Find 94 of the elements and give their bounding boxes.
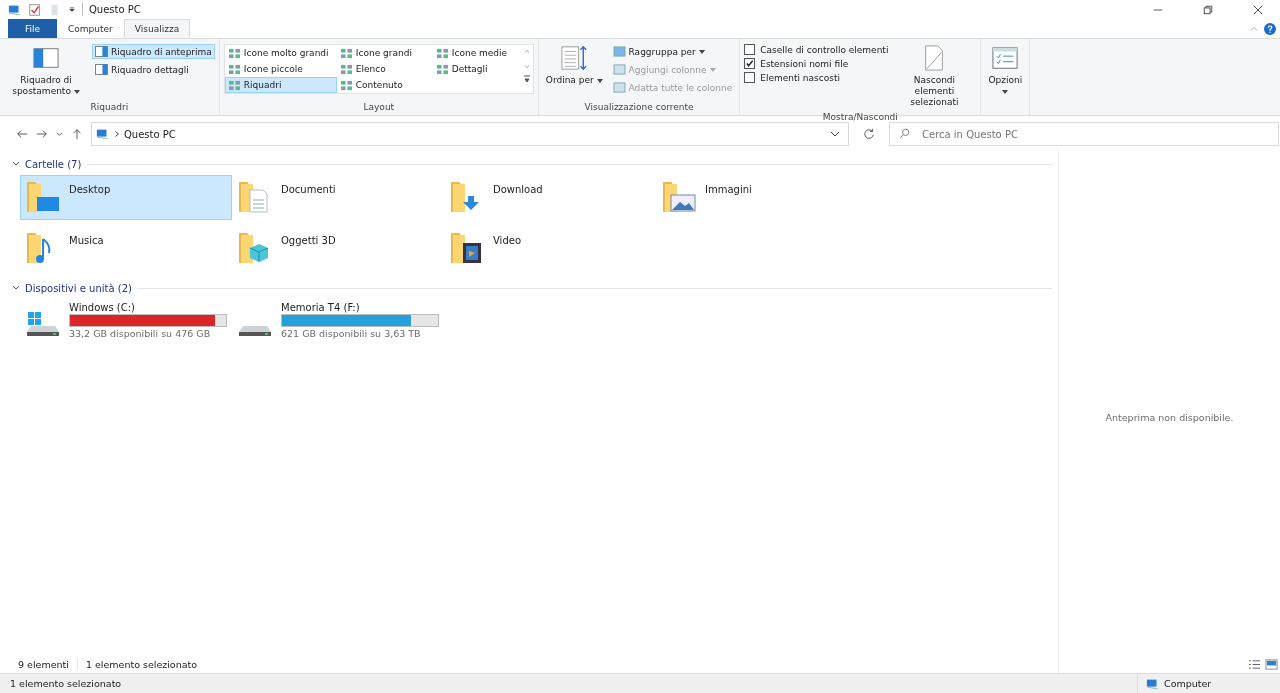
collapse-icon[interactable]: [12, 285, 20, 291]
drive-tile[interactable]: Memoria T4 (F:) 621 GB disponibili su 3,63 TB: [232, 299, 444, 343]
layout-icon: [227, 47, 241, 59]
group-label: Mostra/Nascondi: [821, 111, 899, 123]
pane-toggle-button[interactable]: Riquadro dettagli: [92, 62, 215, 77]
navigation-pane-button[interactable]: Riquadro di spostamento: [4, 42, 88, 100]
layout-option[interactable]: Icone molto grandi: [224, 45, 337, 61]
properties-icon[interactable]: [28, 2, 42, 17]
selection-count: 1 elemento selezionato: [85, 658, 198, 670]
group-label: Layout: [362, 101, 396, 114]
location-text: Computer: [1164, 678, 1213, 689]
sort-icon: [561, 45, 588, 71]
back-icon[interactable]: [16, 128, 28, 140]
refresh-icon[interactable]: [863, 128, 875, 140]
folder-tile[interactable]: Desktop: [20, 175, 232, 220]
caret-icon: [709, 67, 716, 72]
details-status-text: 1 elemento selezionato: [10, 678, 122, 689]
sort-by-button[interactable]: Ordina per: [542, 42, 606, 89]
help-icon[interactable]: [1264, 22, 1276, 35]
computer-icon: [96, 127, 110, 141]
drive-name: Memoria T4 (F:): [281, 302, 361, 313]
navigation-pane-icon: [33, 45, 59, 71]
folder-tile[interactable]: Documenti: [232, 175, 444, 220]
file-tab[interactable]: File: [8, 19, 58, 38]
drive-icon: [239, 326, 271, 336]
layout-icon: [435, 47, 449, 59]
close-icon[interactable]: [1253, 4, 1263, 15]
folder-tile[interactable]: Video: [444, 226, 656, 271]
layout-option[interactable]: Icone medie: [432, 45, 523, 61]
checkbox[interactable]: [744, 58, 756, 69]
folder-name: Desktop: [69, 183, 111, 197]
caret-icon: [1002, 90, 1009, 94]
layout-option[interactable]: Contenuto: [336, 77, 433, 93]
option-checkbox[interactable]: Caselle di controllo elementi: [744, 44, 889, 55]
layout-option[interactable]: Dettagli: [432, 61, 523, 77]
folder-tile[interactable]: Oggetti 3D: [232, 226, 444, 271]
folder-name: Musica: [69, 234, 104, 248]
drive-name: Windows (C:): [69, 302, 136, 313]
address-bar[interactable]: Questo PC: [91, 122, 849, 146]
folder-name: Oggetti 3D: [281, 234, 336, 248]
layout-icon: [227, 63, 241, 75]
chevron-icon[interactable]: [115, 131, 119, 137]
option-checkbox[interactable]: Estensioni nomi file: [744, 58, 889, 69]
pane-icon: [95, 64, 108, 75]
options-button[interactable]: Opzioni: [985, 42, 1026, 97]
folder-name: Immagini: [705, 183, 752, 197]
pane-toggle-button[interactable]: Riquadro di anteprima: [92, 44, 215, 59]
folder-name: Documenti: [281, 183, 336, 197]
item-count: 9 elementi: [18, 658, 69, 670]
window-title: Questo PC: [89, 4, 141, 15]
restore-icon[interactable]: [1203, 4, 1213, 15]
layout-option[interactable]: Elenco: [336, 61, 433, 77]
drive-tile[interactable]: Windows (C:) 33,2 GB disponibili su 476 GB: [20, 299, 232, 343]
options-icon: [992, 45, 1019, 71]
folder-name: Download: [493, 183, 543, 197]
layout-option[interactable]: Riquadri: [224, 77, 337, 93]
free-space-text: 33,2 GB disponibili su 476 GB: [69, 328, 212, 339]
caret-icon: [698, 49, 705, 54]
free-space-text: 621 GB disponibili su 3,63 TB: [281, 328, 422, 339]
view-action-button[interactable]: Raggruppa per: [609, 44, 736, 59]
folder-tile[interactable]: Download: [444, 175, 656, 220]
recent-locations-icon[interactable]: [56, 131, 63, 137]
ribbon-tab[interactable]: Visualizza: [123, 19, 191, 38]
folder-tile[interactable]: Immagini: [656, 175, 868, 220]
layout-icon: [435, 63, 449, 75]
group-label: Visualizzazione corrente: [583, 101, 695, 114]
collapse-icon[interactable]: [12, 161, 20, 167]
dropdown-icon[interactable]: [68, 6, 76, 13]
pane-icon: [95, 46, 108, 57]
details-view-icon[interactable]: [1248, 658, 1261, 670]
drive-icon: [27, 312, 59, 336]
layout-icon: [339, 63, 353, 75]
dropdown-icon[interactable]: [830, 131, 840, 137]
caret-icon: [596, 78, 603, 83]
layout-option[interactable]: Icone grandi: [336, 45, 433, 61]
preview-message: Anteprima non disponibile.: [1105, 411, 1234, 423]
group-header[interactable]: Cartelle (7): [25, 158, 82, 170]
search-field[interactable]: Cerca in Questo PC: [889, 122, 1279, 146]
layout-icon: [339, 79, 353, 91]
layout-icon: [339, 47, 353, 59]
group-label: Riquadri: [89, 101, 130, 114]
up-icon[interactable]: [71, 128, 83, 140]
option-checkbox[interactable]: Elementi nascosti: [744, 72, 889, 83]
hide-selected-button[interactable]: Nascondi elementi selezionati: [892, 42, 977, 111]
checkbox[interactable]: [744, 72, 756, 83]
folder-tile[interactable]: Musica: [20, 226, 232, 271]
caret-icon: [73, 89, 80, 94]
tiles-view-icon[interactable]: [1265, 658, 1278, 670]
folder-name: Video: [493, 234, 522, 248]
layout-icon: [227, 79, 241, 91]
layout-option[interactable]: Icone piccole: [224, 61, 337, 77]
forward-icon[interactable]: [36, 128, 48, 140]
group-header[interactable]: Dispositivi e unità (2): [25, 282, 132, 294]
checkbox[interactable]: [744, 44, 756, 55]
